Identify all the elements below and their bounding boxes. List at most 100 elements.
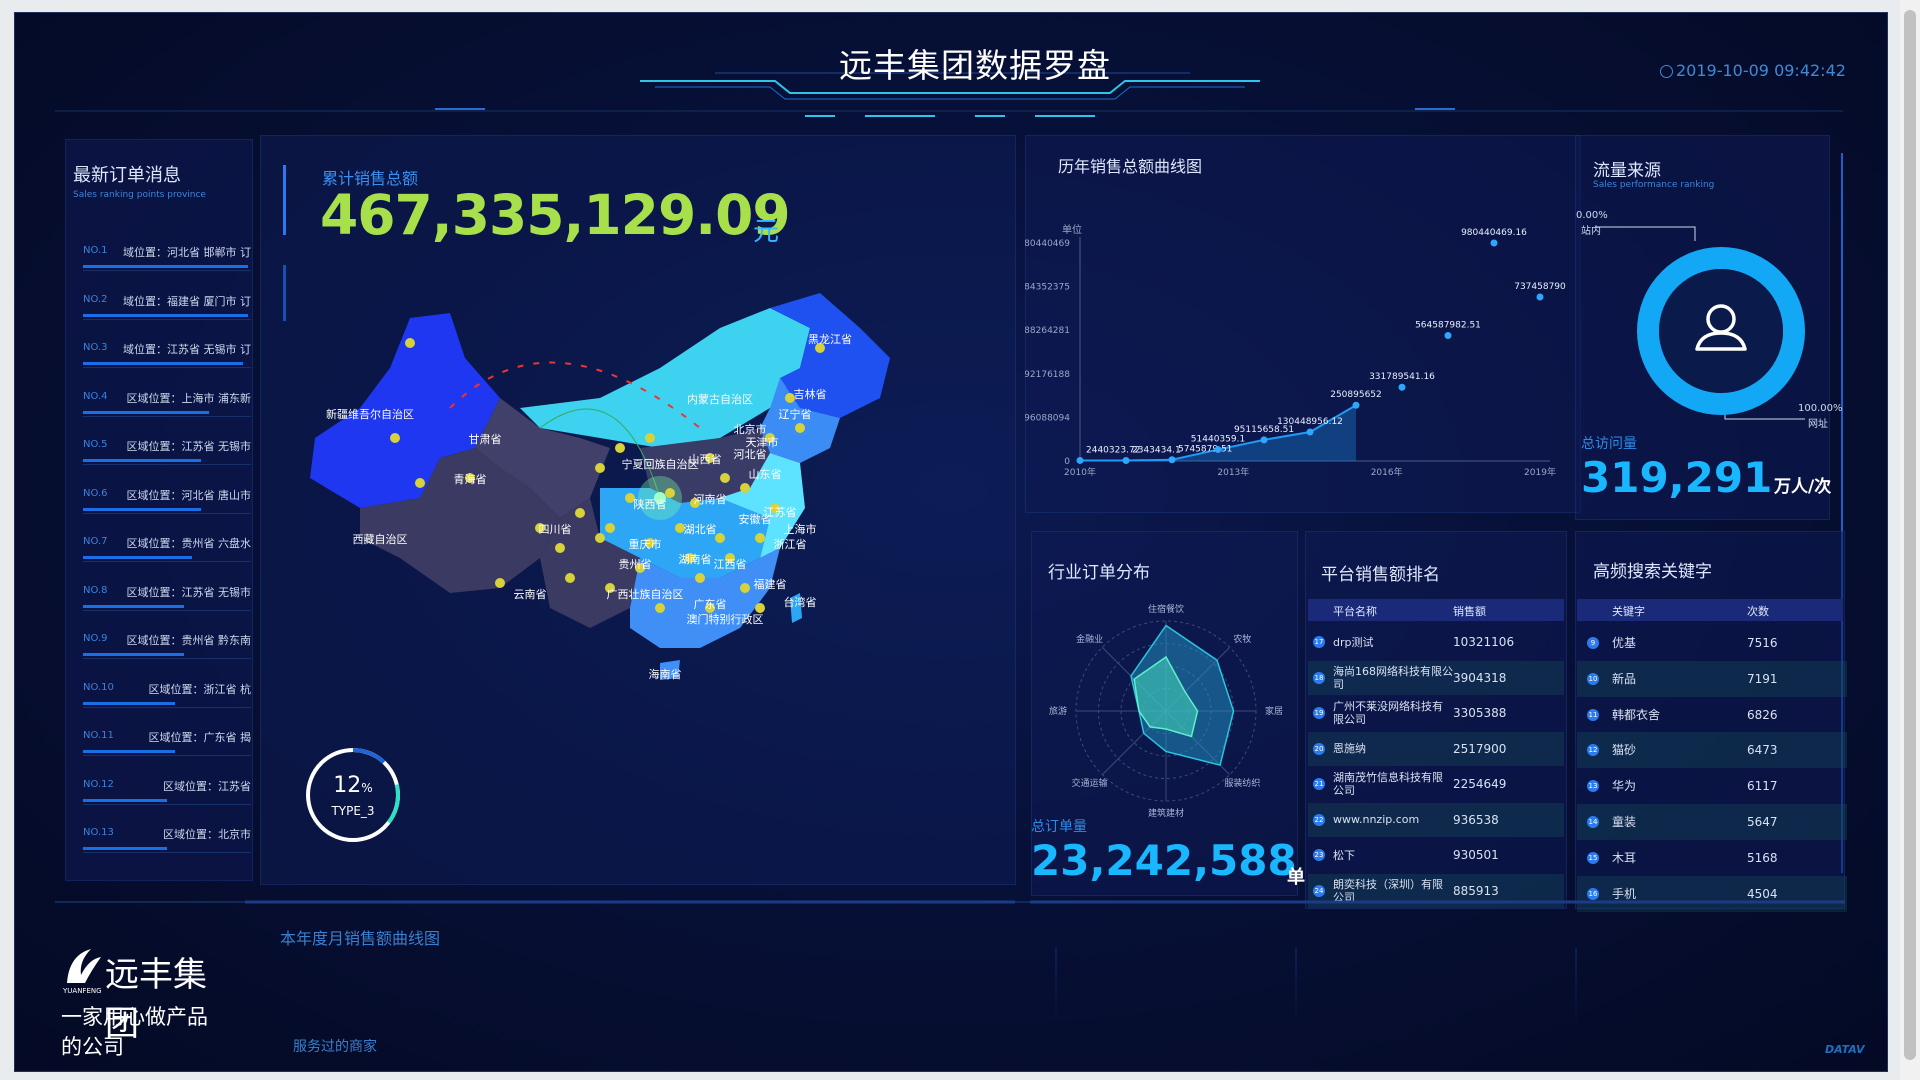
order-list-item[interactable]: NO.7 区域位置：贵州省 六盘水	[83, 532, 251, 572]
radar-axis-label: 家居	[1265, 705, 1283, 717]
page-scrollbar[interactable]	[1900, 0, 1920, 1080]
order-text: 区域位置：江苏省	[163, 779, 251, 793]
sales-total-value: 467,335,129.09	[320, 183, 791, 247]
keyword-name: 木耳	[1612, 850, 1637, 865]
scrollbar-thumb[interactable]	[1904, 10, 1916, 1060]
map-data-point	[595, 463, 605, 473]
yearly-line-chart: 单位 0 196088094 392176188 588264281 784352375 9…	[1025, 223, 1566, 478]
map-province-label: 上海市	[784, 522, 817, 536]
order-list-item[interactable]: NO.5 区域位置：江苏省 无锡市	[83, 435, 251, 475]
dashboard-title: 远丰集团数据罗盘	[839, 46, 1111, 85]
order-progress-bar	[83, 604, 184, 608]
map-data-point	[575, 508, 585, 518]
order-list-item[interactable]: NO.13 区域位置：北京市	[83, 823, 251, 863]
platform-table-row[interactable]: 17 drp测试 10321106	[1308, 625, 1564, 659]
order-progress-bar	[83, 798, 167, 802]
platform-name: drp测试	[1333, 635, 1374, 649]
order-list-item[interactable]: NO.9 区域位置：贵州省 黔东南	[83, 629, 251, 669]
rank-badge: 9	[1587, 637, 1599, 649]
traffic-title: 流量来源	[1593, 161, 1661, 180]
total-orders-value: 23,242,588	[1031, 836, 1297, 885]
map-data-point	[495, 578, 505, 588]
company-logo: 远丰集团 YUANFENG 一家用心做产品的公司	[61, 945, 221, 1059]
platform-sales: 2517900	[1453, 741, 1507, 756]
order-list-item[interactable]: NO.4 区域位置：上海市 浦东新	[83, 387, 251, 427]
map-data-point	[665, 488, 675, 498]
keyword-table-row[interactable]: 10 新品 7191	[1577, 660, 1847, 697]
data-label: 737458790	[1514, 282, 1566, 292]
order-list-item[interactable]: NO.2 域位置：福建省 厦门市 订	[83, 290, 251, 330]
order-list-item[interactable]: NO.12 区域位置：江苏省	[83, 775, 251, 815]
map-data-point	[755, 533, 765, 543]
keyword-table-row[interactable]: 9 优基 7516	[1577, 625, 1847, 661]
platform-name: 海尚168网络科技有限公司	[1333, 664, 1453, 691]
keyword-table-row[interactable]: 15 木耳 5168	[1577, 840, 1847, 876]
map-province-label: 宁夏回族自治区	[622, 457, 699, 471]
order-text: 区域位置：江苏省 无锡市	[126, 585, 252, 599]
platform-table-row[interactable]: 22 www.nnzip.com 936538	[1308, 802, 1564, 837]
platform-name: 广州不莱没网络科技有限公司	[1333, 700, 1443, 726]
map-province-label: 云南省	[514, 588, 547, 601]
keyword-table-row[interactable]: 11 韩都衣舍 6826	[1577, 697, 1847, 733]
map-province-label: 重庆市	[629, 537, 662, 551]
order-divider	[83, 658, 251, 659]
logo-leaf-icon	[67, 949, 101, 983]
order-progress-bar	[83, 313, 248, 317]
map-data-point	[695, 573, 705, 583]
order-list-item[interactable]: NO.1 域位置：河北省 邯郸市 订	[83, 241, 251, 281]
map-province-label: 海南省	[649, 667, 682, 681]
platform-table-row[interactable]: 23 松下 930501	[1308, 838, 1564, 872]
keywords-table-header: 关键字 次数	[1577, 599, 1843, 621]
data-point	[1076, 456, 1084, 464]
visits-unit: 万人/次	[1774, 477, 1832, 497]
visits-value: 319,291	[1581, 453, 1773, 502]
keyword-name: 华为	[1612, 779, 1637, 794]
order-text: 域位置：江苏省 无锡市 订	[123, 343, 251, 356]
industry-radar-chart: 住宿餐饮农牧家居服装纺织建筑建材 交通运输 旅游 金融业	[1049, 603, 1283, 819]
order-text: 区域位置：上海市 浦东新	[126, 391, 252, 405]
order-list-item[interactable]: NO.6 区域位置：河北省 唐山市	[83, 484, 251, 524]
order-list-item[interactable]: NO.10 区域位置：浙江省 杭	[83, 678, 251, 718]
map-province-label: 甘肃省	[469, 433, 502, 446]
platform-table-row[interactable]: 20 恩施纳 2517900	[1308, 731, 1564, 766]
data-point	[1122, 456, 1130, 464]
order-text: 区域位置：浙江省 杭	[148, 682, 252, 696]
total-orders-label: 总订单量	[1031, 819, 1087, 835]
data-label: 5745879.51	[1178, 445, 1232, 455]
keyword-name: 猫砂	[1612, 743, 1637, 758]
orders-title: 最新订单消息	[73, 165, 181, 185]
platform-table-row[interactable]: 19 广州不莱没网络科技有限公司 3305388	[1308, 696, 1564, 730]
platform-table-row[interactable]: 18 海尚168网络科技有限公司 3904318	[1308, 660, 1564, 695]
order-progress-bar	[83, 507, 201, 511]
order-progress-bar	[83, 459, 201, 462]
map-province-label: 广东省	[694, 598, 727, 611]
total-orders-unit: 单	[1287, 867, 1305, 888]
keyword-name: 韩都衣舍	[1612, 707, 1661, 722]
platform-table-row[interactable]: 21 湖南茂竹信息科技有限公司 2254649	[1308, 767, 1564, 801]
map-data-point	[415, 478, 425, 488]
rank-badge: 21	[1313, 778, 1325, 790]
keyword-table-row[interactable]: 12 猫砂 6473	[1577, 732, 1847, 769]
data-label: 2343434.1	[1132, 445, 1181, 455]
data-point	[1444, 331, 1452, 339]
platform-sales: 3305388	[1453, 706, 1507, 720]
data-point	[1306, 428, 1314, 436]
bottom-chart-placeholder-3	[1575, 948, 1577, 1028]
keyword-name: 童装	[1612, 815, 1637, 829]
rank-badge: 17	[1313, 636, 1325, 648]
rank-badge: 18	[1313, 671, 1325, 684]
order-divider	[83, 318, 251, 320]
order-list-item[interactable]: NO.11 区域位置：广东省 揭	[83, 726, 251, 766]
data-label: 331789541.16	[1369, 372, 1435, 382]
data-point	[1260, 436, 1268, 444]
keyword-name: 优基	[1612, 636, 1637, 650]
keyword-count: 6473	[1747, 743, 1778, 758]
order-list-item[interactable]: NO.3 域位置：江苏省 无锡市 订	[83, 338, 251, 378]
map-data-point	[595, 533, 605, 543]
keyword-table-row[interactable]: 14 童装 5647	[1577, 804, 1847, 840]
keyword-table-row[interactable]: 13 华为 6117	[1577, 768, 1847, 804]
rank-badge: 13	[1587, 780, 1599, 793]
map-province-label: 新疆维吾尔自治区	[326, 407, 414, 421]
order-list-item[interactable]: NO.8 区域位置：江苏省 无锡市	[83, 581, 251, 621]
keyword-count: 7191	[1747, 671, 1778, 686]
